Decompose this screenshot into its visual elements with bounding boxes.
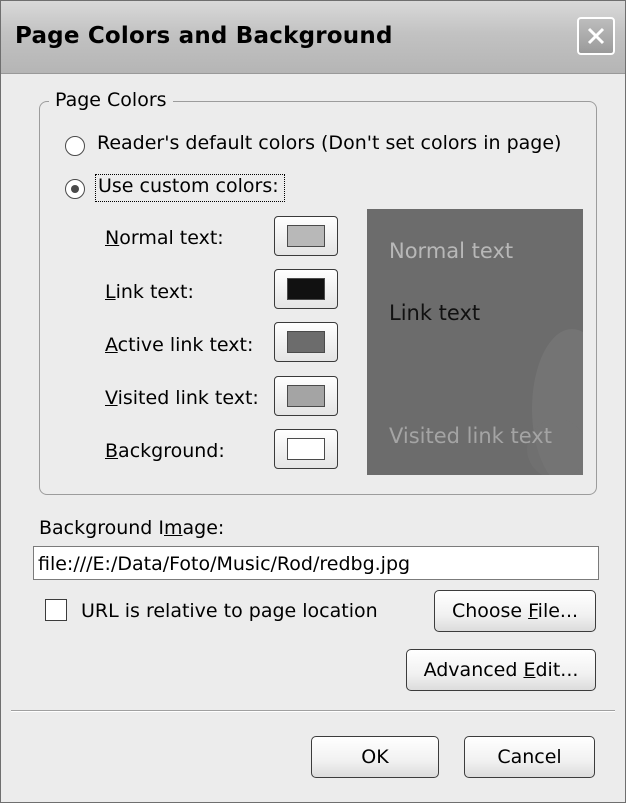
background-color-button[interactable] bbox=[274, 429, 338, 469]
cancel-button[interactable]: Cancel bbox=[464, 736, 595, 778]
choose-file-button[interactable]: Choose File... bbox=[434, 590, 596, 632]
preview-visited-text: Visited link text bbox=[389, 424, 552, 448]
active-link-color-button[interactable] bbox=[274, 322, 338, 362]
normal-text-color-button[interactable] bbox=[274, 216, 338, 256]
preview-normal-text: Normal text bbox=[389, 239, 514, 263]
preview-link-text: Link text bbox=[389, 301, 481, 325]
custom-colors-label[interactable]: Use custom colors: bbox=[98, 175, 279, 197]
background-image-input[interactable]: file:///E:/Data/Foto/Music/Rod/redbg.jpg bbox=[33, 546, 599, 580]
custom-colors-radio[interactable] bbox=[65, 179, 85, 199]
active-link-swatch bbox=[287, 331, 325, 353]
visited-link-text-label: Visited link text: bbox=[105, 387, 259, 409]
page-colors-dialog: Page Colors and Background Page Colors R… bbox=[0, 0, 626, 803]
link-text-color-button[interactable] bbox=[274, 269, 338, 309]
relative-url-label[interactable]: URL is relative to page location bbox=[81, 600, 378, 622]
radio-selected-dot bbox=[71, 185, 79, 193]
close-icon bbox=[587, 27, 605, 45]
normal-text-label: Normal text: bbox=[105, 227, 224, 249]
active-link-text-label: Active link text: bbox=[105, 334, 254, 356]
default-colors-label[interactable]: Reader's default colors (Don't set color… bbox=[97, 132, 561, 154]
background-label: Background: bbox=[105, 440, 225, 462]
visited-link-swatch bbox=[287, 385, 325, 407]
link-text-swatch bbox=[287, 278, 325, 300]
visited-link-color-button[interactable] bbox=[274, 376, 338, 416]
normal-text-swatch bbox=[287, 225, 325, 247]
title-bar: Page Colors and Background bbox=[1, 1, 625, 74]
default-colors-radio[interactable] bbox=[65, 136, 85, 156]
close-button[interactable] bbox=[577, 17, 615, 55]
dialog-title: Page Colors and Background bbox=[15, 23, 393, 49]
relative-url-checkbox[interactable] bbox=[45, 599, 67, 621]
background-swatch bbox=[287, 438, 325, 460]
link-text-label: Link text: bbox=[105, 281, 194, 303]
footer-separator bbox=[11, 710, 615, 712]
ok-button[interactable]: OK bbox=[311, 736, 439, 778]
background-image-label: Background Image: bbox=[39, 517, 225, 539]
advanced-edit-button[interactable]: Advanced Edit... bbox=[406, 649, 596, 691]
page-colors-group-label: Page Colors bbox=[49, 89, 173, 111]
color-preview-panel: Normal text Link text Visited link text bbox=[367, 209, 583, 475]
